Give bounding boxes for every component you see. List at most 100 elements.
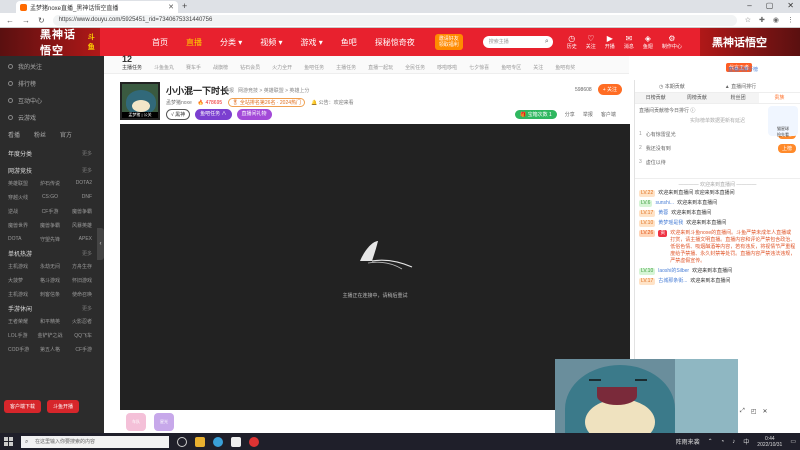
sidebar-item-ranking[interactable]: 排行榜 xyxy=(0,75,100,92)
close-tab-icon[interactable]: ✕ xyxy=(168,3,174,11)
sidebar-section-yearly[interactable]: 年度分类 更多 xyxy=(0,147,100,160)
category-link[interactable]: 逆战 xyxy=(8,208,36,215)
category-link[interactable]: CS:GO xyxy=(36,194,64,201)
go-live-button[interactable]: ▶ 开播 xyxy=(605,34,615,50)
category-link[interactable]: 魔兽争霸 xyxy=(64,208,92,215)
nav-home[interactable]: 首页 xyxy=(152,37,168,48)
category-link[interactable]: 魔兽世界 xyxy=(8,222,36,229)
gift-strip-item[interactable]: 钻石会员 xyxy=(240,64,260,71)
section-more[interactable]: 更多 xyxy=(82,150,92,157)
host-name[interactable]: 孟梦猪noxe xyxy=(166,99,192,106)
close-window-button[interactable]: ✕ xyxy=(787,0,794,12)
message-user[interactable]: sunshi... xyxy=(655,200,674,207)
tab-noble[interactable]: 贵族 xyxy=(758,93,800,103)
forward-icon[interactable]: → xyxy=(22,16,30,25)
creator-center-button[interactable]: ⚙ 制作中心 xyxy=(662,34,682,50)
download-client-button[interactable]: 客户端下载 xyxy=(4,400,42,413)
extensions-icon[interactable]: ✚ xyxy=(759,16,765,24)
nav-live[interactable]: 直播 xyxy=(186,37,202,48)
gift-strip-item[interactable]: 哆啦哆啦 xyxy=(437,64,457,71)
profile-icon[interactable]: ◉ xyxy=(773,16,779,24)
nav-video[interactable]: 视频 ▾ xyxy=(260,37,282,48)
rank-pill[interactable]: 🎖 全站排名第26名 · 2024热门 xyxy=(228,98,306,107)
rank-row[interactable]: 2 我还没有到 上榜 xyxy=(639,141,796,155)
category-link[interactable]: 魔兽争霸 xyxy=(36,222,64,229)
gift-strip-item[interactable]: 七夕惊喜 xyxy=(469,64,489,71)
gift-strip-item[interactable]: 火力全开 xyxy=(272,64,292,71)
category-link[interactable]: 炉石传说 xyxy=(36,180,64,187)
category-link[interactable]: 第五人格 xyxy=(36,346,64,353)
category-link[interactable]: QQ飞车 xyxy=(64,332,92,339)
ime-icon[interactable]: 中 xyxy=(743,437,749,446)
nav-event[interactable]: 探秘惊奇夜 xyxy=(375,37,415,48)
category-link[interactable]: 穿越火线 xyxy=(8,194,36,201)
tab-daily[interactable]: 日榜贡献 xyxy=(635,93,676,103)
section-more[interactable]: 更多 xyxy=(82,167,92,174)
category-link[interactable]: CF手游 xyxy=(36,208,64,215)
sidebar-misc-watch[interactable]: 看播 xyxy=(8,130,20,139)
category-link[interactable]: 刺客信条 xyxy=(36,291,64,298)
close-icon[interactable]: ✕ xyxy=(762,408,767,415)
category-link[interactable]: CF手游 xyxy=(64,346,92,353)
taskbar-clock[interactable]: 0:44 2022/10/31 xyxy=(757,436,782,448)
category-link[interactable]: DOTA xyxy=(8,236,36,243)
taskbar-search-input[interactable]: ⌕ 在这里输入你要搜索的内容 xyxy=(21,435,169,448)
category-link[interactable]: 主机游戏 xyxy=(8,291,36,298)
gift-strip-item[interactable]: 斗鱼鱼丸 xyxy=(154,64,174,71)
windows-start-icon[interactable] xyxy=(4,437,13,446)
client-button[interactable]: 客户端 xyxy=(601,111,616,118)
gift-strip-item[interactable]: 赛车手 xyxy=(186,64,201,71)
store-icon[interactable] xyxy=(231,436,241,447)
nav-category[interactable]: 分类 ▾ xyxy=(220,37,242,48)
tab-fan-club[interactable]: 粉丝团 xyxy=(718,93,759,103)
category-link[interactable]: 方舟生存 xyxy=(64,263,92,270)
category-link[interactable]: DNF xyxy=(64,194,92,201)
category-link[interactable]: 风暴英雄 xyxy=(64,222,92,229)
volume-icon[interactable]: ♪ xyxy=(732,439,735,445)
message-user[interactable]: laoshi的Silber xyxy=(658,268,689,275)
weather-widget[interactable]: 阵雨来袭 xyxy=(676,437,700,446)
section-more[interactable]: 更多 xyxy=(82,250,92,257)
category-link[interactable]: 金铲铲之战 xyxy=(36,332,64,339)
share-button[interactable]: 分享 xyxy=(565,111,575,118)
expand-icon[interactable]: ⤢ xyxy=(740,408,745,415)
notification-icon[interactable]: ▭ xyxy=(790,438,796,445)
history-button[interactable]: ◷ 历史 xyxy=(567,34,577,50)
tray-chevron-icon[interactable]: ⌃ xyxy=(708,438,713,445)
report-button[interactable]: 举报 xyxy=(583,111,593,118)
room-ranking-link[interactable]: ▲ 直播间排行 xyxy=(725,83,756,90)
star-icon[interactable]: ☆ xyxy=(745,16,751,24)
room-rank-link[interactable]: 直播间排行榜 xyxy=(728,66,758,73)
back-icon[interactable]: ← xyxy=(6,16,14,25)
tab-weekly[interactable]: 周榜贡献 xyxy=(676,93,717,103)
gift-strip-item[interactable]: 鱼吧有奖 xyxy=(555,64,575,71)
category-link[interactable]: 使命召唤 xyxy=(64,291,92,298)
fin-button[interactable]: ◈ 鱼翅 xyxy=(643,34,653,50)
cat-planet-badge[interactable]: 猫星球 抢先看 xyxy=(768,106,798,137)
network-icon[interactable]: ◔ xyxy=(721,439,725,445)
sidebar-section-single-games[interactable]: 单机热游 更多 xyxy=(0,247,100,260)
category-link[interactable]: 永劫无间 xyxy=(36,263,64,270)
rank-join-button[interactable]: 上榜 xyxy=(777,143,796,153)
team-button[interactable]: 车队 xyxy=(126,412,146,431)
sidebar-item-following[interactable]: 我的关注 xyxy=(0,58,100,75)
yuba-task-badge[interactable]: 鱼吧任务 ∧ xyxy=(195,109,232,120)
sidebar-misc-official[interactable]: 官方 xyxy=(60,130,72,139)
category-link[interactable]: 和平精英 xyxy=(36,318,64,325)
task-view-icon[interactable] xyxy=(177,436,187,447)
nav-yuba[interactable]: 鱼吧 xyxy=(341,37,357,48)
message-user[interactable]: 黄蓉 xyxy=(658,210,668,217)
message-user[interactable]: 古城那条街... xyxy=(658,278,687,285)
event-banner[interactable]: 黑神话悟空 xyxy=(700,28,800,56)
nav-games[interactable]: 游戏 ▾ xyxy=(301,37,323,48)
category-link[interactable]: 守望先锋 xyxy=(36,236,64,243)
section-more[interactable]: 更多 xyxy=(82,305,92,312)
category-link[interactable]: 主机游戏 xyxy=(8,263,36,270)
browser-tab[interactable]: 孟梦猪noxe直播_黑神话悟空直播 ✕ xyxy=(16,1,178,13)
search-input[interactable]: 搜索主播 ⌕ xyxy=(482,36,553,48)
anchor-task-item[interactable]: 12 主播任务 xyxy=(122,54,142,71)
current-contribution-link[interactable]: ◷ 本期贡献 xyxy=(659,83,685,90)
pip-video-overlay[interactable] xyxy=(555,359,738,435)
gift-strip-item[interactable]: 直播一起玩 xyxy=(368,64,393,71)
sidebar-collapse-handle[interactable]: ‹ xyxy=(97,228,104,260)
